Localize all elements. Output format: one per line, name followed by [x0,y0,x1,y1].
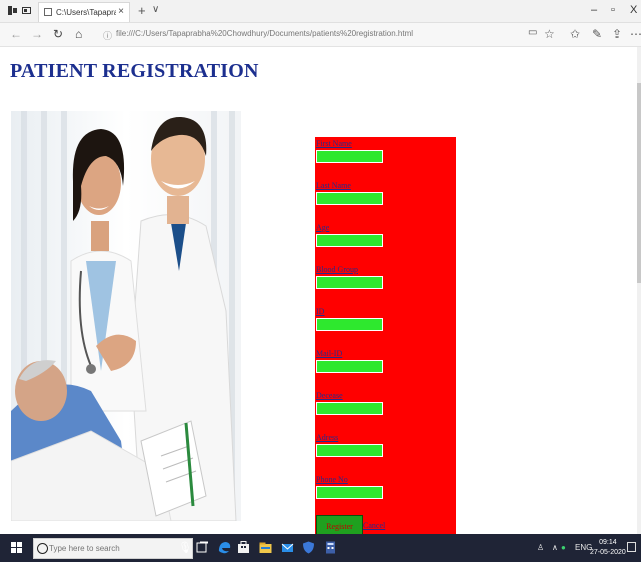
more-icon[interactable]: ⋯ [630,27,641,41]
mail-id-input[interactable] [316,360,383,373]
clock-time: 09:14 [599,539,617,546]
age-label: Age [316,223,330,232]
clock-date: 27-05-2020 [590,549,626,556]
taskbar-search[interactable] [33,538,193,559]
forward-icon[interactable]: → [31,27,43,41]
network-icon[interactable]: ● [561,543,566,552]
taskbar-search-input[interactable] [49,541,169,556]
phone-no-input[interactable] [316,486,383,499]
maximize-button[interactable]: ▫ [611,4,615,16]
scrollbar-thumb[interactable] [637,83,641,283]
close-window-button[interactable]: X [630,4,637,16]
favorite-star-icon[interactable]: ☆ [544,27,555,41]
store-icon[interactable] [237,541,250,554]
cortana-icon [37,543,48,554]
mail-id-label: Mail-ID [316,349,343,358]
set-tabs-aside-icon[interactable] [22,6,31,15]
show-hidden-icons[interactable]: ∧ [552,543,558,552]
favorites-hub-icon[interactable]: ✩ [570,27,580,41]
file-explorer-icon[interactable] [259,541,272,554]
new-tab-button[interactable]: + [138,3,146,18]
windows-start-icon[interactable] [11,542,23,554]
blood-group-input[interactable] [316,276,383,289]
share-icon[interactable]: ⇪ [612,27,622,41]
last-name-label: Last Name [316,181,351,190]
back-icon[interactable]: ← [10,27,22,41]
taskbar: 🎙 ♙ ∧ ● ENG 09:14 27-05-2020 [0,534,641,562]
decease-label: Decease [316,391,343,400]
defender-icon[interactable] [302,541,315,554]
id-label: ID [316,307,325,316]
blood-group-label: Blood Group [316,265,358,274]
reading-view-icon[interactable]: ▭ [528,27,537,38]
browser-titlebar: C:\Users\Tapaprabha Ch × + ∨ – ▫ X [0,0,641,23]
people-icon[interactable]: ♙ [537,543,544,552]
tab-close-icon[interactable]: × [118,6,124,17]
age-input[interactable] [316,234,383,247]
task-view-icon[interactable] [196,541,209,554]
address-bar: ← → ↻ ⌂ ⓘ file:///C:/Users/Tapaprabha%20… [0,23,641,47]
info-icon[interactable]: ⓘ [103,29,112,42]
page-icon [44,8,52,16]
decease-input[interactable] [316,402,383,415]
phone-no-label: Phone No [316,475,348,484]
tab-menu-icon[interactable]: ∨ [152,4,159,15]
last-name-input[interactable] [316,192,383,205]
page-title: PATIENT REGISTRATION [10,60,259,82]
address-label: Adress [316,433,339,442]
url-field[interactable]: file:///C:/Users/Tapaprabha%20Chowdhury/… [116,29,413,38]
page-scrollbar[interactable] [637,47,641,534]
action-center-icon[interactable] [627,542,636,552]
mail-icon[interactable] [281,541,294,554]
id-input[interactable] [316,318,383,331]
pen-icon[interactable]: ✎ [592,27,602,41]
cancel-link[interactable]: Cancel [363,521,385,530]
tab-title: C:\Users\Tapaprabha Ch [56,8,116,17]
tab-actions-icon[interactable] [8,6,17,15]
minimize-button[interactable]: – [591,4,597,16]
edge-browser-icon[interactable] [218,541,231,554]
doctors-photo [11,111,241,521]
refresh-icon[interactable]: ↻ [53,27,63,41]
home-icon[interactable]: ⌂ [75,27,82,41]
first-name-input[interactable] [316,150,383,163]
registration-form: First Name Last Name Age Blood Group ID … [315,137,456,537]
address-input[interactable] [316,444,383,457]
calculator-icon[interactable] [324,541,337,554]
first-name-label: First Name [316,139,352,148]
microphone-icon[interactable]: 🎙 [178,541,192,554]
browser-tab[interactable]: C:\Users\Tapaprabha Ch × [38,2,130,22]
taskbar-clock[interactable]: 09:14 27-05-2020 [590,538,626,558]
